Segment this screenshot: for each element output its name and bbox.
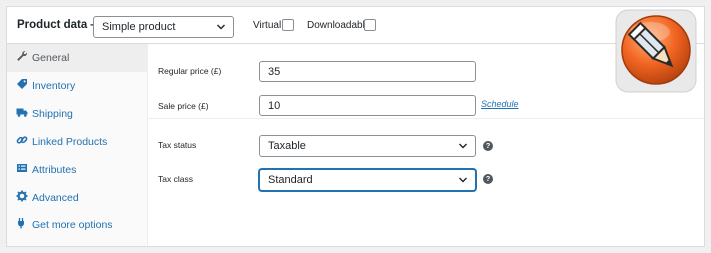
tab-linked-products-label: Linked Products xyxy=(32,136,108,148)
tab-attributes-label: Attributes xyxy=(32,164,77,176)
tax-class-value: Standard xyxy=(268,174,313,186)
tab-linked-products[interactable]: Linked Products xyxy=(7,128,148,156)
tax-class-help-icon[interactable]: ? xyxy=(483,174,493,184)
tax-status-value: Taxable xyxy=(268,140,306,152)
tab-attributes[interactable]: Attributes xyxy=(7,156,148,184)
wrench-icon xyxy=(17,51,28,61)
sale-price-value: 10 xyxy=(268,100,281,112)
sale-price-input[interactable]: 10 xyxy=(259,95,476,116)
tab-inventory-label: Inventory xyxy=(32,80,76,92)
regular-price-input[interactable]: 35 xyxy=(259,61,476,82)
product-type-select[interactable]: Simple product xyxy=(93,16,234,38)
regular-price-value: 35 xyxy=(268,66,281,78)
tab-general-label: General xyxy=(32,52,70,64)
tab-general[interactable]: General xyxy=(7,44,148,72)
tax-status-select[interactable]: Taxable xyxy=(259,135,476,157)
section-divider xyxy=(148,118,704,119)
chevron-down-icon xyxy=(459,177,467,183)
tax-status-help-icon[interactable]: ? xyxy=(483,141,493,151)
truck-icon xyxy=(16,108,28,117)
product-data-header: Product data — Simple product Virtual: D… xyxy=(7,7,704,44)
product-data-title: Product data — xyxy=(17,19,102,31)
list-icon xyxy=(17,164,27,172)
pencil-logo-icon xyxy=(615,9,697,93)
tag-icon xyxy=(17,79,27,89)
tab-advanced-label: Advanced xyxy=(32,192,79,204)
tax-class-label: Tax class xyxy=(158,174,193,184)
virtual-label: Virtual: xyxy=(253,20,284,31)
tab-get-more-options-label: Get more options xyxy=(32,219,113,231)
chevron-down-icon xyxy=(217,24,225,30)
gear-icon xyxy=(16,190,28,202)
plugin-icon xyxy=(18,218,24,229)
virtual-checkbox[interactable] xyxy=(282,19,294,31)
schedule-link[interactable]: Schedule xyxy=(481,99,519,109)
tab-shipping[interactable]: Shipping xyxy=(7,100,148,128)
product-data-tabs: General Inventory Shipping Linked Produc… xyxy=(7,44,148,246)
product-type-value: Simple product xyxy=(102,21,176,33)
regular-price-label: Regular price (£) xyxy=(158,66,222,76)
product-data-panel: Product data — Simple product Virtual: D… xyxy=(6,6,705,247)
chevron-down-icon xyxy=(459,143,467,149)
tab-inventory[interactable]: Inventory xyxy=(7,72,148,100)
link-icon xyxy=(16,136,28,144)
downloadable-checkbox[interactable] xyxy=(364,19,376,31)
tax-class-select[interactable]: Standard xyxy=(259,169,476,191)
tab-advanced[interactable]: Advanced xyxy=(7,184,148,212)
tab-get-more-options[interactable]: Get more options xyxy=(7,211,148,239)
sale-price-label: Sale price (£) xyxy=(158,101,209,111)
tax-status-label: Tax status xyxy=(158,140,197,150)
tab-shipping-label: Shipping xyxy=(32,108,73,120)
